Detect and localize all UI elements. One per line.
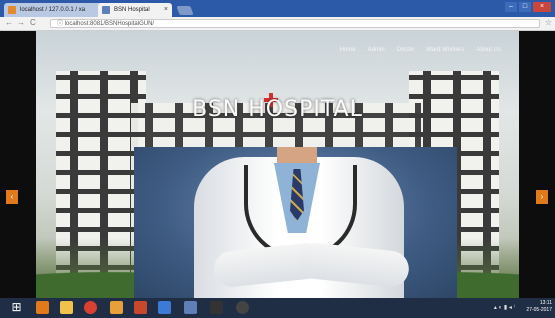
- terminal-icon[interactable]: [210, 301, 223, 314]
- browser-toolbar: ← → C ⓘ localhost:8081/BSNHospitalGUN/ ☆: [0, 17, 555, 31]
- main-nav: Home Admin Doctor Ward Workers About Us: [340, 47, 501, 53]
- system-tray-icons[interactable]: ▴ ◐ ▮ ◂ ⁾: [494, 304, 515, 311]
- nav-ward-workers[interactable]: Ward Workers: [426, 47, 464, 53]
- tab-close-icon[interactable]: ×: [164, 3, 168, 17]
- new-tab-button[interactable]: [176, 6, 194, 15]
- taskbar-app-icon[interactable]: [236, 301, 249, 314]
- tab-label: BSN Hospital: [114, 7, 150, 13]
- tab-label: localhost / 127.0.0.1 / xa: [20, 7, 86, 13]
- taskbar-app-icon[interactable]: [158, 301, 171, 314]
- back-icon[interactable]: ←: [5, 18, 13, 27]
- start-button-icon[interactable]: ⊞: [10, 301, 23, 314]
- close-window-button[interactable]: ×: [533, 2, 551, 12]
- hero-slider: Home Admin Doctor Ward Workers About Us …: [36, 31, 519, 298]
- window-controls: – □ ×: [505, 2, 551, 12]
- left-margin: ‹: [0, 31, 36, 298]
- address-text: localhost:8081/BSNHospitalGUN/: [64, 21, 155, 27]
- chrome-icon[interactable]: [84, 301, 97, 314]
- file-explorer-icon[interactable]: [60, 301, 73, 314]
- phpmyadmin-favicon-icon: [8, 6, 16, 14]
- taskbar-app-icon[interactable]: [36, 301, 49, 314]
- minimize-button[interactable]: –: [505, 2, 517, 12]
- address-bar[interactable]: ⓘ localhost:8081/BSNHospitalGUN/: [50, 19, 540, 28]
- clock-date: 27-05-2017: [526, 307, 552, 313]
- forward-icon[interactable]: →: [17, 18, 25, 27]
- taskbar-clock[interactable]: 13:11 27-05-2017: [526, 300, 552, 314]
- taskbar-app-icon[interactable]: [110, 301, 123, 314]
- doctor-image: [134, 147, 457, 298]
- clock-time: 13:11: [539, 300, 552, 306]
- site-info-icon[interactable]: ⓘ: [57, 21, 63, 27]
- bookmark-star-icon[interactable]: ☆: [545, 18, 552, 27]
- taskbar-app-icon[interactable]: [184, 301, 197, 314]
- nav-doctor[interactable]: Doctor: [397, 47, 415, 53]
- nav-home[interactable]: Home: [340, 47, 356, 53]
- nav-admin[interactable]: Admin: [368, 47, 385, 53]
- right-margin: ›: [519, 31, 555, 298]
- os-taskbar: ⊞ ▴ ◐ ▮ ◂ ⁾ 13:11 27-05-2017: [0, 298, 555, 318]
- page-favicon-icon: [102, 6, 110, 14]
- reload-icon[interactable]: C: [30, 18, 36, 27]
- taskbar-app-icon[interactable]: [134, 301, 147, 314]
- tab-bsn-hospital[interactable]: BSN Hospital ×: [98, 3, 172, 17]
- browser-tab-bar: localhost / 127.0.0.1 / xa × BSN Hospita…: [0, 0, 555, 17]
- slider-next-button[interactable]: ›: [536, 190, 548, 204]
- maximize-button[interactable]: □: [519, 2, 531, 12]
- page-viewport: ‹ Home Admin Doctor Ward Workers About U…: [0, 31, 555, 298]
- site-title: BSN HOSPITAL: [192, 97, 363, 122]
- nav-about-us[interactable]: About Us: [476, 47, 501, 53]
- slider-prev-button[interactable]: ‹: [6, 190, 18, 204]
